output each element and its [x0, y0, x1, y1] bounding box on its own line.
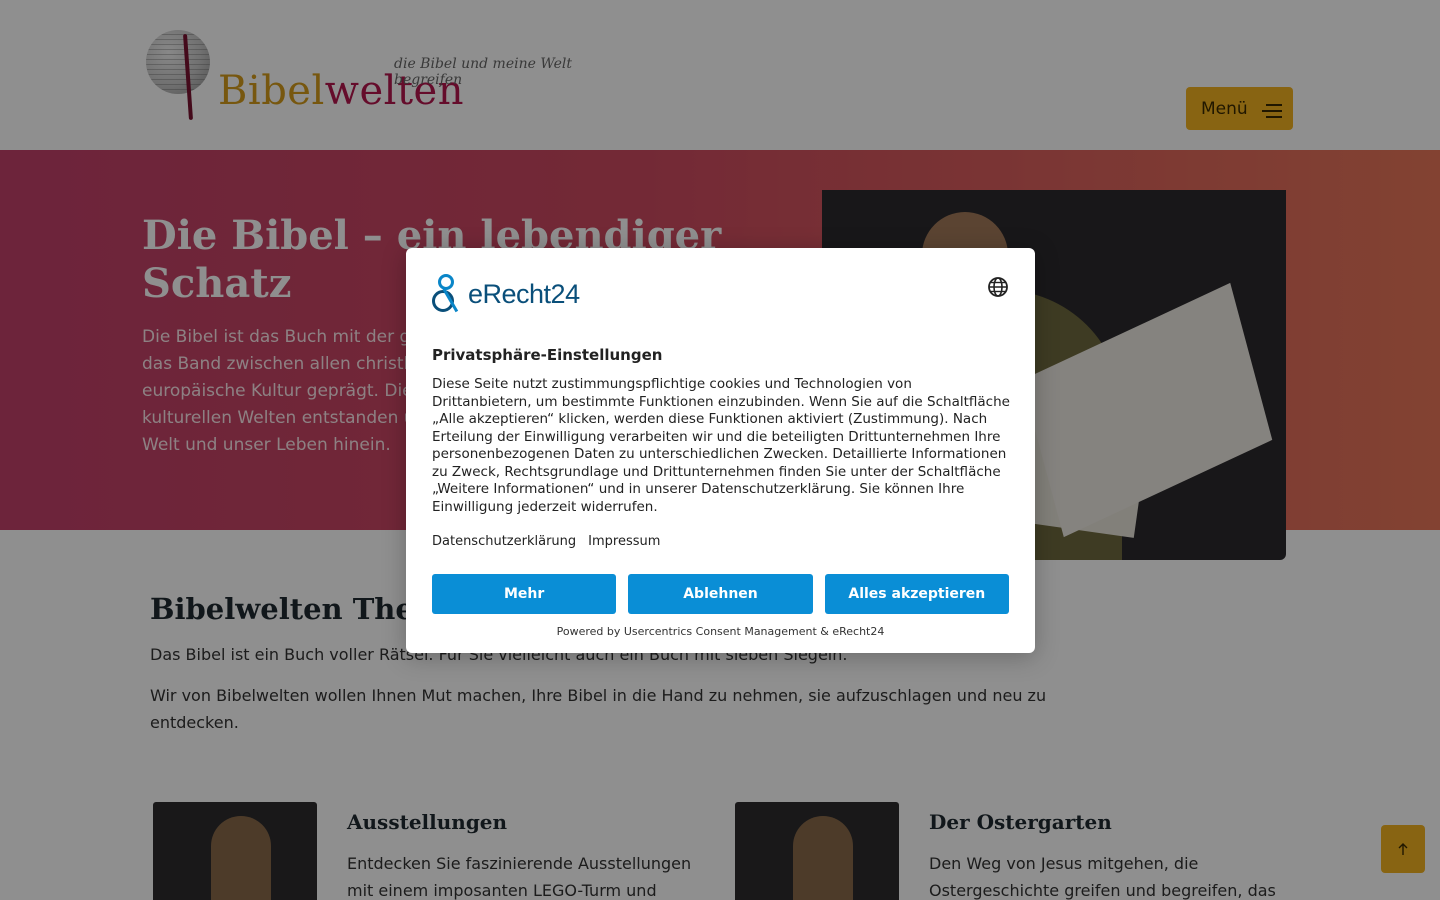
globe-icon[interactable] [987, 276, 1009, 298]
accept-all-button[interactable]: Alles akzeptieren [824, 574, 1009, 614]
consent-body: Diese Seite nutzt zustimmungspflichtige … [432, 376, 1010, 515]
consent-powered-by[interactable]: Powered by Usercentrics Consent Manageme… [406, 625, 1035, 638]
privacy-policy-link[interactable]: Datenschutzerklärung [432, 534, 576, 549]
erecht24-logo-icon [432, 274, 470, 314]
consent-links: Datenschutzerklärung Impressum [432, 534, 660, 549]
consent-brand-text: eRecht24 [468, 278, 580, 309]
consent-buttons: Mehr Ablehnen Alles akzeptieren [432, 574, 1009, 614]
imprint-link[interactable]: Impressum [588, 534, 660, 549]
more-button[interactable]: Mehr [432, 574, 617, 614]
consent-title: Privatsphäre-Einstellungen [432, 346, 663, 364]
decline-button[interactable]: Ablehnen [628, 574, 813, 614]
consent-dialog: eRecht24 Privatsphäre-Einstellungen Dies… [406, 248, 1035, 653]
consent-brand: eRecht24 [432, 274, 580, 314]
